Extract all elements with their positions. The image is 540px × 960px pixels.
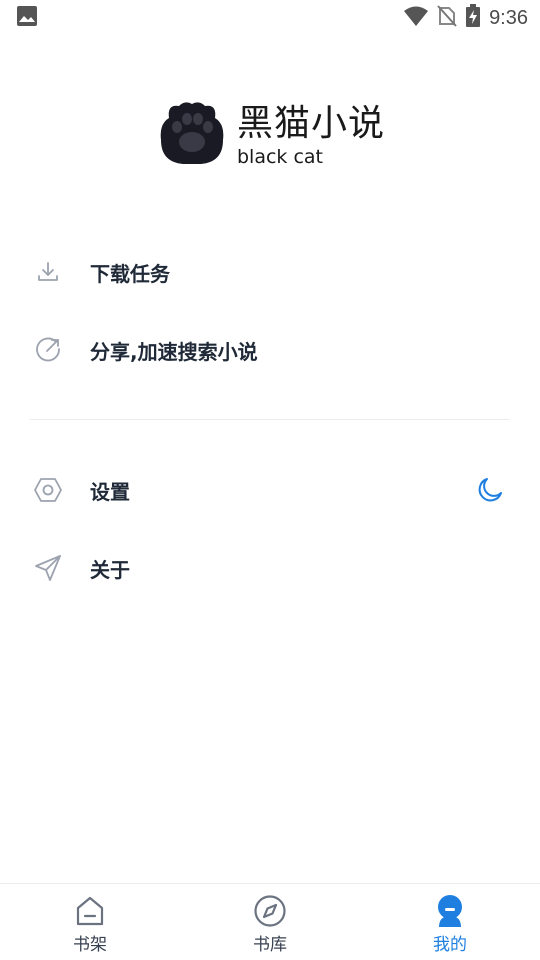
paw-icon — [157, 100, 227, 170]
bookshelf-icon — [73, 894, 107, 928]
menu-item-share[interactable]: 分享,加速搜索小说 — [0, 311, 540, 389]
menu-label-share: 分享,加速搜索小说 — [90, 339, 258, 364]
battery-charging-icon — [465, 4, 481, 32]
menu-label-settings: 设置 — [90, 479, 130, 504]
settings-icon — [32, 474, 64, 506]
nav-item-mine[interactable]: 我的 — [360, 884, 540, 960]
compass-icon — [253, 894, 287, 928]
menu-group-actions: 下载任务 分享,加速搜索小说 — [0, 233, 540, 389]
menu-item-settings[interactable]: 设置 — [0, 451, 540, 529]
nav-label-mine: 我的 — [433, 935, 467, 955]
status-time: 9:36 — [489, 6, 528, 29]
menu-group-settings: 设置 关于 — [0, 451, 540, 607]
nav-label-bookshelf: 书架 — [73, 935, 107, 955]
profile-icon — [433, 894, 467, 928]
menu-item-downloads[interactable]: 下载任务 — [0, 233, 540, 311]
nav-item-bookshelf[interactable]: 书架 — [0, 884, 180, 960]
image-icon — [16, 5, 38, 31]
wifi-icon — [403, 5, 429, 31]
app-logo: 黑猫小说 black cat — [157, 100, 385, 170]
download-icon — [32, 256, 64, 288]
send-icon — [32, 552, 64, 584]
menu-label-about: 关于 — [90, 557, 130, 582]
profile-screen: 9:36 黑猫小说 black cat 下载任务 分享,加速搜索小说 设置 关于… — [0, 0, 540, 960]
menu-item-about[interactable]: 关于 — [0, 529, 540, 607]
app-title: 黑猫小说 — [237, 103, 386, 144]
nav-item-library[interactable]: 书库 — [180, 884, 360, 960]
menu-divider — [30, 419, 510, 420]
status-bar: 9:36 — [0, 0, 540, 36]
share-icon — [32, 334, 64, 366]
moon-icon[interactable] — [474, 474, 506, 506]
bottom-nav: 书架 书库 我的 — [0, 883, 540, 960]
no-sim-icon — [437, 5, 457, 31]
nav-label-library: 书库 — [253, 935, 287, 955]
app-subtitle: black cat — [237, 146, 324, 168]
menu-label-downloads: 下载任务 — [90, 261, 170, 286]
